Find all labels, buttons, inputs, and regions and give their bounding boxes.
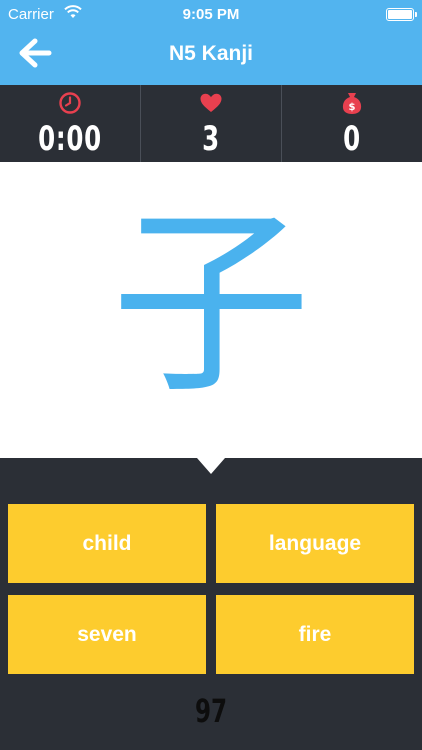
coins-stat: $ 0 [282,85,422,162]
svg-text:$: $ [349,102,356,113]
answer-button-1[interactable]: child [8,504,206,583]
lives-stat: 3 [141,85,282,162]
timer-value: 0:00 [38,119,102,159]
question-card: 子 [0,162,422,458]
coins-value: 0 [343,119,361,159]
status-bar: Carrier 9:05 PM [0,0,422,28]
money-bag-icon: $ [342,93,362,114]
timer-stat: 0:00 [0,85,141,162]
card-pointer [197,458,225,474]
battery-icon [386,8,417,21]
answer-button-4[interactable]: fire [216,595,414,674]
answer-button-2[interactable]: language [216,504,414,583]
clock-icon [59,92,81,114]
lives-value: 3 [202,119,220,159]
stats-bar: 0:00 3 $ 0 [0,85,422,162]
status-time: 9:05 PM [182,6,240,23]
kanji-character: 子 [110,188,311,421]
top-bar: Carrier 9:05 PM N5 Kanji [0,0,422,85]
remaining-count: 97 [194,692,228,730]
nav-title: N5 Kanji [168,42,254,65]
answer-button-3[interactable]: seven [8,595,206,674]
heart-icon [200,93,222,112]
